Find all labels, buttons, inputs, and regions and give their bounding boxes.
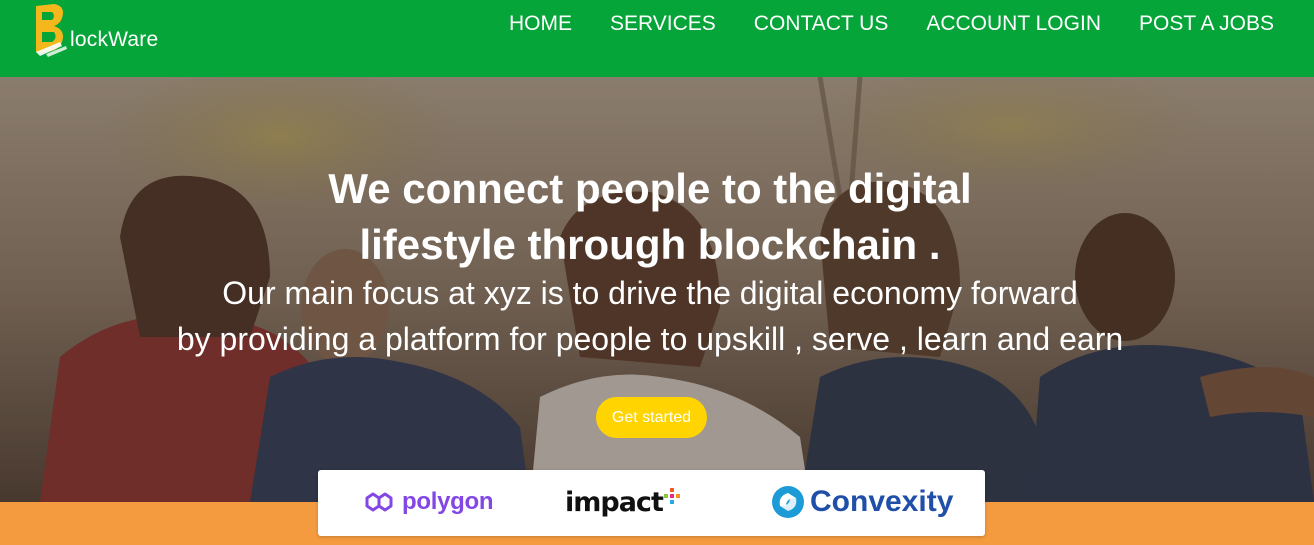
partner-convexity-name: Convexity [810, 485, 954, 518]
main-nav: HOME SERVICES CONTACT US ACCOUNT LOGIN P… [490, 10, 1274, 38]
impact-logo-icon [663, 488, 680, 504]
nav-services[interactable]: SERVICES [591, 10, 735, 38]
nav-account-login[interactable]: ACCOUNT LOGIN [907, 10, 1120, 38]
hero-subtitle-line1: Our main focus at xyz is to drive the di… [222, 275, 1078, 311]
blockware-logo-icon [36, 4, 67, 57]
header-bar: lockWare HOME SERVICES CONTACT US ACCOUN… [0, 0, 1314, 77]
hero-headline-line1: We connect people to the digital [328, 165, 972, 212]
get-started-button[interactable]: Get started [596, 397, 707, 438]
partner-polygon[interactable]: polygon [364, 480, 494, 524]
convexity-logo-icon [772, 486, 804, 518]
polygon-logo-icon [365, 492, 393, 512]
nav-post-a-jobs[interactable]: POST A JOBS [1120, 10, 1274, 38]
partner-convexity[interactable]: Convexity [770, 480, 953, 524]
brand-logo[interactable]: lockWare [32, 2, 182, 62]
nav-home[interactable]: HOME [490, 10, 591, 38]
partner-impact-name: impact [565, 486, 664, 518]
hero-subtitle-line2: by providing a platform for people to up… [176, 321, 1124, 357]
partner-impact[interactable]: impact [565, 480, 680, 524]
partner-polygon-name: polygon [402, 488, 494, 515]
partners-strip: polygon impact Convexity [318, 470, 985, 536]
nav-contact-us[interactable]: CONTACT US [735, 10, 908, 38]
brand-name: lockWare [70, 28, 159, 51]
hero-headline-line2: lifestyle through blockchain . [359, 221, 941, 268]
hero-section: We connect people to the digital lifesty… [0, 77, 1314, 502]
